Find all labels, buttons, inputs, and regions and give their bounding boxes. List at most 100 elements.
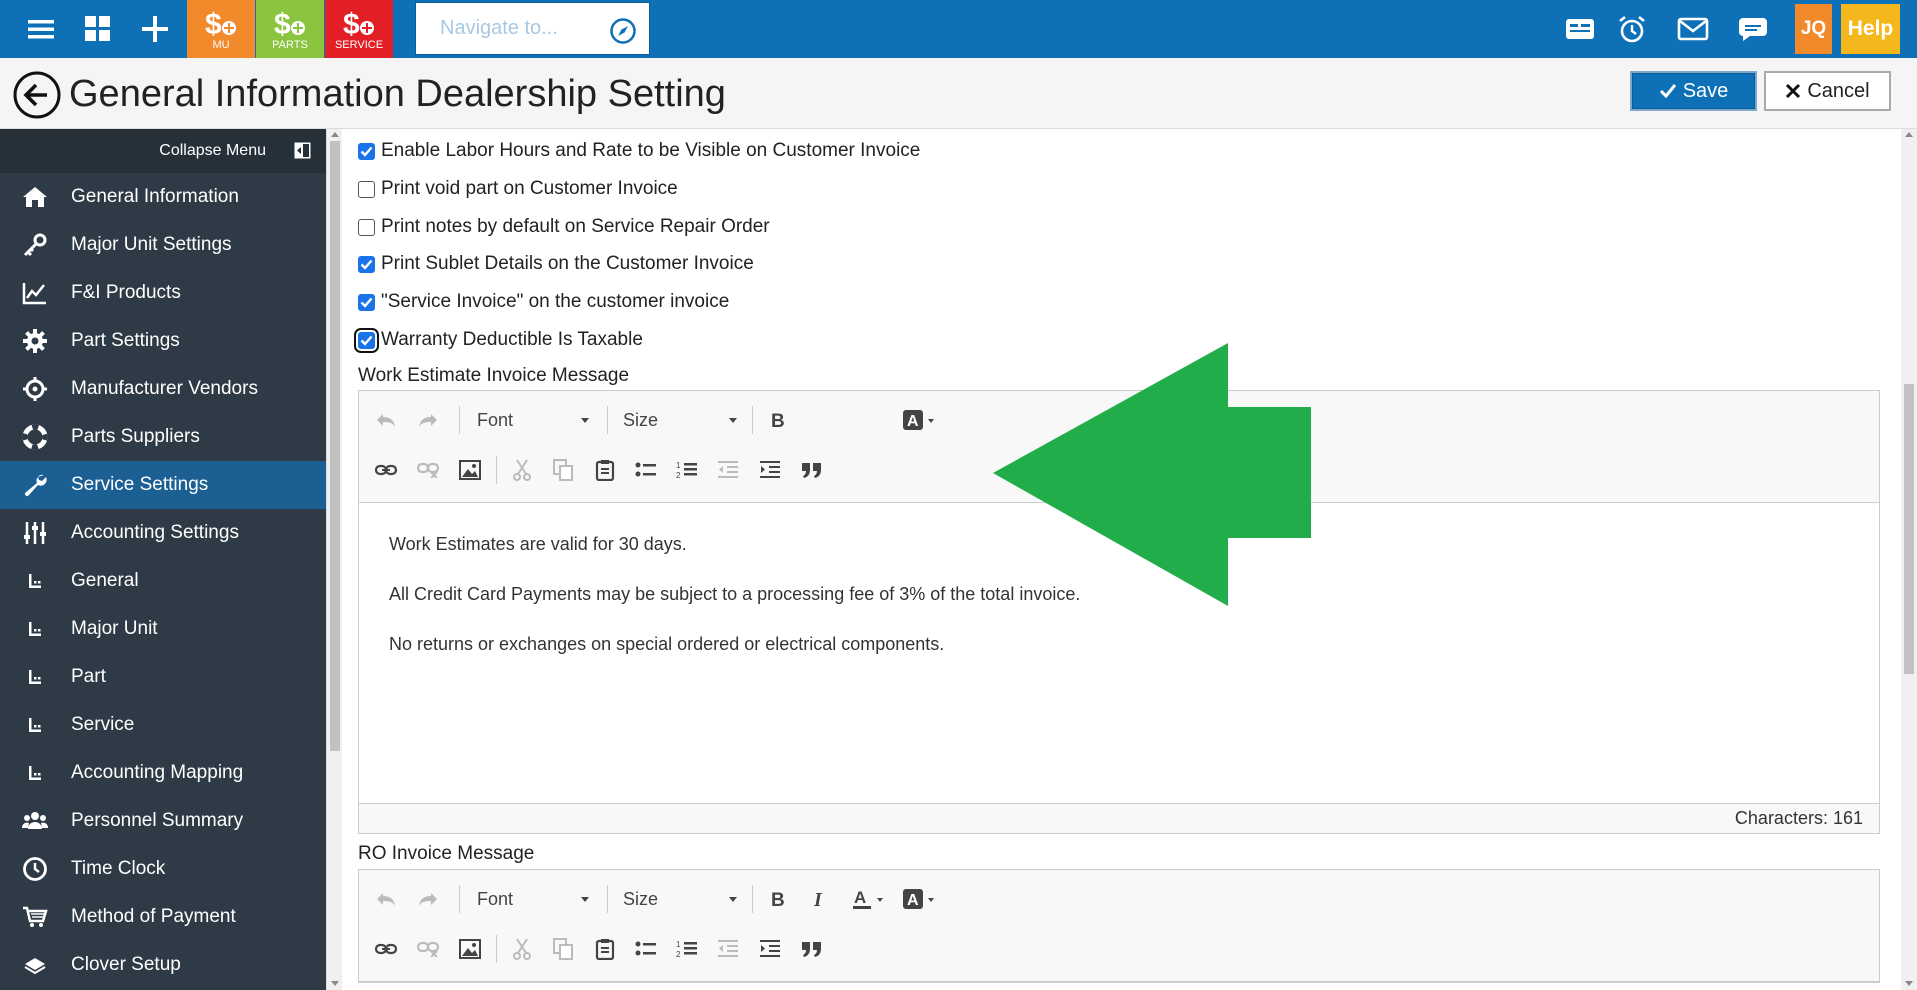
- bold-icon[interactable]: B: [761, 403, 795, 437]
- navigate-input[interactable]: [440, 17, 610, 40]
- sidebar-item-general[interactable]: General: [0, 557, 326, 605]
- sidebar-item-time-clock[interactable]: Time Clock: [0, 845, 326, 893]
- option-print-sublet-details[interactable]: Print Sublet Details on the Customer Inv…: [358, 252, 754, 276]
- image-icon[interactable]: [453, 453, 487, 487]
- sub-item-icon: [20, 653, 50, 701]
- checkbox[interactable]: [358, 293, 375, 311]
- sidebar-item-parts-suppliers[interactable]: Parts Suppliers: [0, 413, 326, 461]
- back-arrow-icon[interactable]: [13, 71, 61, 119]
- font-dropdown[interactable]: Font: [477, 882, 589, 916]
- cut-icon[interactable]: [505, 932, 539, 966]
- sidebar-item-method-of-payment[interactable]: Method of Payment: [0, 893, 326, 941]
- numbered-list-icon[interactable]: 12: [670, 932, 704, 966]
- undo-icon[interactable]: [369, 882, 403, 916]
- option-service-invoice-title[interactable]: "Service Invoice" on the customer invoic…: [358, 290, 729, 314]
- sidebar-scrollbar-thumb[interactable]: [330, 141, 340, 751]
- checkbox[interactable]: [358, 255, 375, 273]
- size-dropdown[interactable]: Size: [623, 403, 737, 437]
- highlight-color-icon[interactable]: A: [902, 403, 936, 437]
- scroll-up-arrow-icon[interactable]: [331, 132, 339, 137]
- unlink-icon[interactable]: [411, 932, 445, 966]
- editor-content[interactable]: Work Estimates are valid for 30 days. Al…: [359, 503, 1879, 803]
- highlight-color-icon[interactable]: A: [902, 882, 936, 916]
- hamburger-menu-icon[interactable]: [13, 0, 69, 58]
- sidebar-item-label: Personnel Summary: [71, 810, 244, 831]
- compass-icon[interactable]: [609, 17, 637, 45]
- option-print-void-part[interactable]: Print void part on Customer Invoice: [358, 177, 678, 201]
- option-labor-hours-visible[interactable]: Enable Labor Hours and Rate to be Visibl…: [358, 139, 920, 163]
- sidebar-item-accounting-mapping[interactable]: Accounting Mapping: [0, 749, 326, 797]
- sliders-icon: [20, 509, 50, 557]
- ro-invoice-message-label: RO Invoice Message: [358, 843, 535, 864]
- checkbox[interactable]: [358, 331, 375, 349]
- outdent-icon[interactable]: [711, 453, 745, 487]
- unlink-icon[interactable]: [411, 453, 445, 487]
- mu-tile-label: MU: [212, 38, 230, 51]
- save-button[interactable]: Save: [1630, 71, 1757, 111]
- sidebar-item-service-settings[interactable]: Service Settings: [0, 461, 326, 509]
- cut-icon[interactable]: [505, 453, 539, 487]
- collapse-menu-button[interactable]: Collapse Menu: [0, 129, 326, 173]
- main-scrollbar-thumb[interactable]: [1904, 384, 1914, 674]
- dashboard-grid-icon[interactable]: [70, 0, 126, 58]
- alarm-clock-icon[interactable]: [1610, 0, 1654, 58]
- blockquote-icon[interactable]: [795, 932, 829, 966]
- bold-icon[interactable]: B: [761, 882, 795, 916]
- mail-envelope-icon[interactable]: [1670, 0, 1716, 58]
- indent-icon[interactable]: [753, 453, 787, 487]
- main-scrollbar[interactable]: [1901, 129, 1917, 990]
- bulleted-list-icon[interactable]: [629, 453, 663, 487]
- option-warranty-deductible-taxable[interactable]: Warranty Deductible Is Taxable: [358, 328, 643, 352]
- font-dropdown[interactable]: Font: [477, 403, 589, 437]
- sidebar-item-clover-setup[interactable]: Clover Setup: [0, 941, 326, 989]
- blockquote-icon[interactable]: [795, 453, 829, 487]
- navigate-box[interactable]: [415, 2, 650, 55]
- dealership-card-icon[interactable]: [1558, 0, 1602, 58]
- size-dropdown[interactable]: Size: [623, 882, 737, 916]
- paste-icon[interactable]: [588, 453, 622, 487]
- user-initials-badge[interactable]: JQ: [1795, 4, 1832, 54]
- sidebar-item-general-information[interactable]: General Information: [0, 173, 326, 221]
- checkbox[interactable]: [358, 218, 375, 236]
- image-icon[interactable]: [453, 932, 487, 966]
- mu-tile-button[interactable]: $ MU: [187, 0, 255, 58]
- sidebar-item-label: Part: [71, 666, 106, 687]
- chat-bubble-icon[interactable]: [1730, 0, 1776, 58]
- add-plus-icon[interactable]: [127, 0, 183, 58]
- bulleted-list-icon[interactable]: [629, 932, 663, 966]
- sidebar-item-personnel-summary[interactable]: Personnel Summary: [0, 797, 326, 845]
- option-print-notes-default[interactable]: Print notes by default on Service Repair…: [358, 215, 770, 239]
- sidebar-item-fi-products[interactable]: F&I Products: [0, 269, 326, 317]
- redo-icon[interactable]: [411, 882, 445, 916]
- checkbox[interactable]: [358, 142, 375, 160]
- link-icon[interactable]: [369, 932, 403, 966]
- sidebar-item-major-unit-settings[interactable]: Major Unit Settings: [0, 221, 326, 269]
- indent-icon[interactable]: [753, 932, 787, 966]
- italic-icon[interactable]: I: [802, 882, 836, 916]
- cancel-button[interactable]: Cancel: [1764, 71, 1891, 111]
- editor-paragraph: All Credit Card Payments may be subject …: [389, 584, 1081, 604]
- sidebar-item-part[interactable]: Part: [0, 653, 326, 701]
- undo-icon[interactable]: [369, 403, 403, 437]
- paste-icon[interactable]: [588, 932, 622, 966]
- sidebar-item-manufacturer-vendors[interactable]: Manufacturer Vendors: [0, 365, 326, 413]
- scroll-down-arrow-icon[interactable]: [331, 981, 339, 986]
- copy-icon[interactable]: [546, 453, 580, 487]
- copy-icon[interactable]: [546, 932, 580, 966]
- sidebar-scrollbar[interactable]: [326, 129, 342, 990]
- sidebar-item-accounting-settings[interactable]: Accounting Settings: [0, 509, 326, 557]
- scroll-up-arrow-icon[interactable]: [1905, 132, 1913, 137]
- sidebar-item-part-settings[interactable]: Part Settings: [0, 317, 326, 365]
- outdent-icon[interactable]: [711, 932, 745, 966]
- text-color-icon[interactable]: A: [852, 882, 886, 916]
- checkbox[interactable]: [358, 180, 375, 198]
- scroll-down-arrow-icon[interactable]: [1905, 981, 1913, 986]
- numbered-list-icon[interactable]: 12: [670, 453, 704, 487]
- service-tile-button[interactable]: $ SERVICE: [325, 0, 393, 58]
- help-button[interactable]: Help: [1841, 4, 1900, 54]
- parts-tile-button[interactable]: $ PARTS: [256, 0, 324, 58]
- sidebar-item-service[interactable]: Service: [0, 701, 326, 749]
- sidebar-item-major-unit[interactable]: Major Unit: [0, 605, 326, 653]
- redo-icon[interactable]: [411, 403, 445, 437]
- link-icon[interactable]: [369, 453, 403, 487]
